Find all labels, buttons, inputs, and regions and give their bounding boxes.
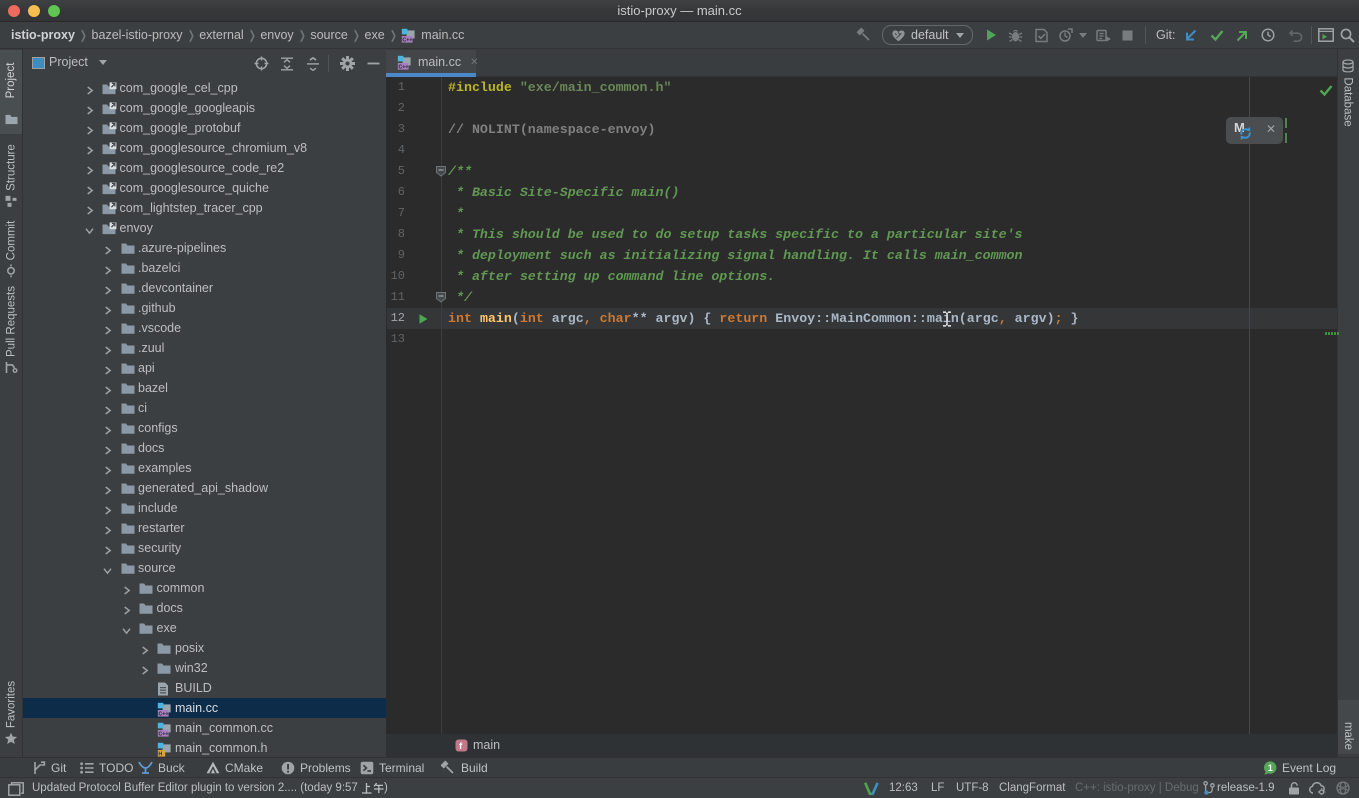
svg-text:C++: C++ xyxy=(403,37,413,43)
svg-text:C++: C++ xyxy=(398,64,408,70)
svg-text:C++: C++ xyxy=(158,731,168,737)
svg-text:C++: C++ xyxy=(158,711,168,717)
svg-text:1: 1 xyxy=(1268,763,1273,773)
